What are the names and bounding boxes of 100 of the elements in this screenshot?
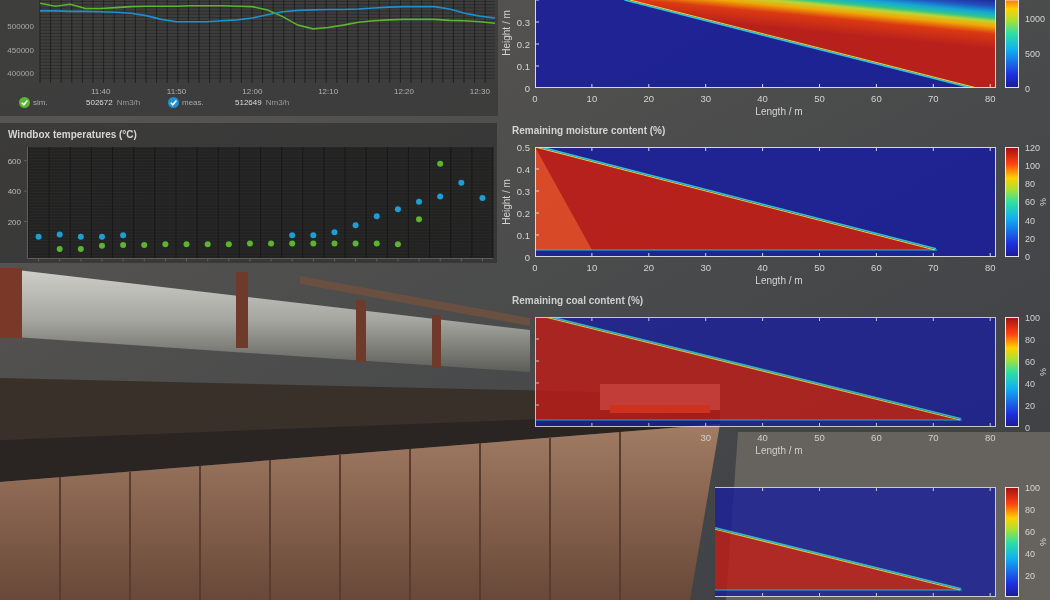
axis-tick-label: 0.3 — [516, 185, 530, 197]
axis-tick-label: 0 — [524, 251, 530, 263]
axis-tick-label: 50 — [814, 432, 825, 443]
axis-tick-label: 60 — [871, 262, 882, 273]
scatter-point — [99, 233, 105, 240]
scatter-point — [352, 240, 359, 247]
legend-label: sim. — [33, 97, 48, 108]
scatter-point — [183, 241, 190, 248]
colorbar-unit-label: % — [1038, 538, 1048, 546]
axis-tick-label: 600 — [7, 156, 21, 166]
axis-title: Height / m — [501, 179, 512, 225]
axis-tick-label: 400000 — [7, 69, 34, 79]
axis-tick-label: 0 — [532, 93, 538, 104]
scatter-point — [246, 240, 253, 247]
axis-tick-label: 40 — [1025, 215, 1035, 226]
axis-tick-label: 50 — [814, 93, 825, 104]
axis-tick-label: 0 — [1025, 422, 1030, 433]
axis-tick-label: 20 — [1025, 570, 1035, 581]
axis-tick-label: 40 — [757, 432, 768, 443]
axis-tick-label: 450000 — [7, 45, 34, 55]
axis-tick-label: 20 — [643, 93, 655, 104]
axis-title: Length / m — [755, 445, 803, 456]
axis-tick-label: 20 — [643, 262, 655, 273]
legend-value: 512649 — [235, 97, 262, 108]
checkbox[interactable] — [19, 97, 30, 108]
scatter-point — [479, 194, 486, 201]
axis-tick-label: 12:10 — [318, 87, 339, 96]
axis-tick-label: 0.1 — [516, 229, 530, 241]
scatter-point — [437, 160, 444, 167]
scatter-point — [331, 229, 338, 236]
scatter-point — [35, 233, 42, 240]
colorbar-unit-label: % — [1038, 368, 1048, 376]
axis-tick-label: 80 — [984, 262, 996, 273]
scatter-point — [204, 241, 211, 248]
axis-tick-label: 70 — [928, 262, 939, 273]
scatter-point — [77, 245, 84, 252]
legend-unit: Nm3/h — [116, 97, 141, 108]
axis-tick-label: 12:30 — [469, 87, 490, 96]
axis-tick-label: 11:40 — [90, 87, 111, 96]
axis-tick-label: 30 — [700, 262, 711, 273]
axis-tick-label: 0 — [1025, 83, 1030, 94]
scatter-point — [331, 240, 338, 247]
axis-tick-label: 40 — [757, 262, 768, 273]
axis-title: Length / m — [755, 275, 803, 286]
axis-tick-label: 60 — [1025, 526, 1035, 537]
axis-title: Length / m — [755, 106, 803, 117]
legend-label: meas. — [182, 97, 204, 108]
axis-tick-label: 100 — [1025, 312, 1041, 323]
legend-unit: Nm3/h — [265, 97, 290, 108]
axis-tick-label: 50 — [814, 262, 825, 273]
axis-tick-label: 100 — [1025, 160, 1041, 171]
axis-tick-label: 200 — [7, 217, 21, 227]
axis-tick-label: 12:20 — [394, 87, 414, 96]
axis-tick-label: 80 — [1025, 334, 1035, 345]
axis-tick-label: 0 — [524, 82, 530, 94]
axis-tick-label: 70 — [928, 93, 939, 104]
colorbar-unit-label: % — [1038, 198, 1048, 206]
scatter-point — [56, 231, 63, 238]
axis-tick-label: 12:00 — [242, 87, 263, 96]
axis-tick-label: 80 — [1025, 179, 1035, 190]
scatter-point — [120, 242, 127, 249]
axis-tick-label: 10 — [586, 262, 598, 273]
axis-tick-label: 60 — [1025, 356, 1035, 367]
checkbox[interactable] — [168, 97, 179, 108]
axis-tick-label: 20 — [1025, 234, 1035, 245]
scatter-point — [352, 222, 359, 229]
axis-tick-label: 0.4 — [516, 163, 530, 175]
scatter-point — [416, 198, 422, 205]
axis-tick-label: 30 — [700, 93, 711, 104]
chart-title: Remaining coal content (%) — [512, 295, 644, 306]
axis-tick-label: 40 — [1025, 548, 1035, 559]
axis-tick-label: 0.5 — [516, 141, 530, 153]
scatter-point — [99, 242, 105, 249]
axis-tick-label: 70 — [928, 432, 939, 443]
scatter-point — [120, 232, 127, 239]
axis-tick-label: 500 — [1025, 48, 1041, 59]
scatter-point — [394, 241, 401, 248]
axis-tick-label: 100 — [1025, 482, 1041, 493]
axis-tick-label: 80 — [984, 93, 996, 104]
axis-tick-label: 400 — [7, 187, 21, 197]
scatter-point — [268, 240, 275, 247]
axis-tick-label: 1000 — [1025, 13, 1046, 24]
scatter-point — [141, 242, 148, 249]
axis-tick-label: 0 — [532, 262, 538, 273]
axis-tick-label: 40 — [1025, 378, 1035, 389]
scatter-point — [225, 241, 232, 248]
legend-value: 502672 — [86, 97, 113, 108]
scatter-point — [77, 233, 84, 240]
scatter-point — [162, 241, 169, 248]
axis-tick-label: 11:50 — [166, 87, 187, 96]
axis-tick-label: 120 — [1025, 142, 1041, 153]
axis-tick-label: 0 — [1025, 252, 1030, 263]
scatter-point — [394, 206, 401, 213]
axis-title: Height / m — [501, 10, 512, 56]
scatter-point — [56, 245, 63, 252]
axis-tick-label: 60 — [871, 93, 882, 104]
scatter-point — [416, 216, 422, 223]
axis-tick-label: 30 — [700, 432, 711, 443]
axis-tick-label: 80 — [984, 432, 996, 443]
axis-tick-label: 0.1 — [516, 60, 530, 72]
